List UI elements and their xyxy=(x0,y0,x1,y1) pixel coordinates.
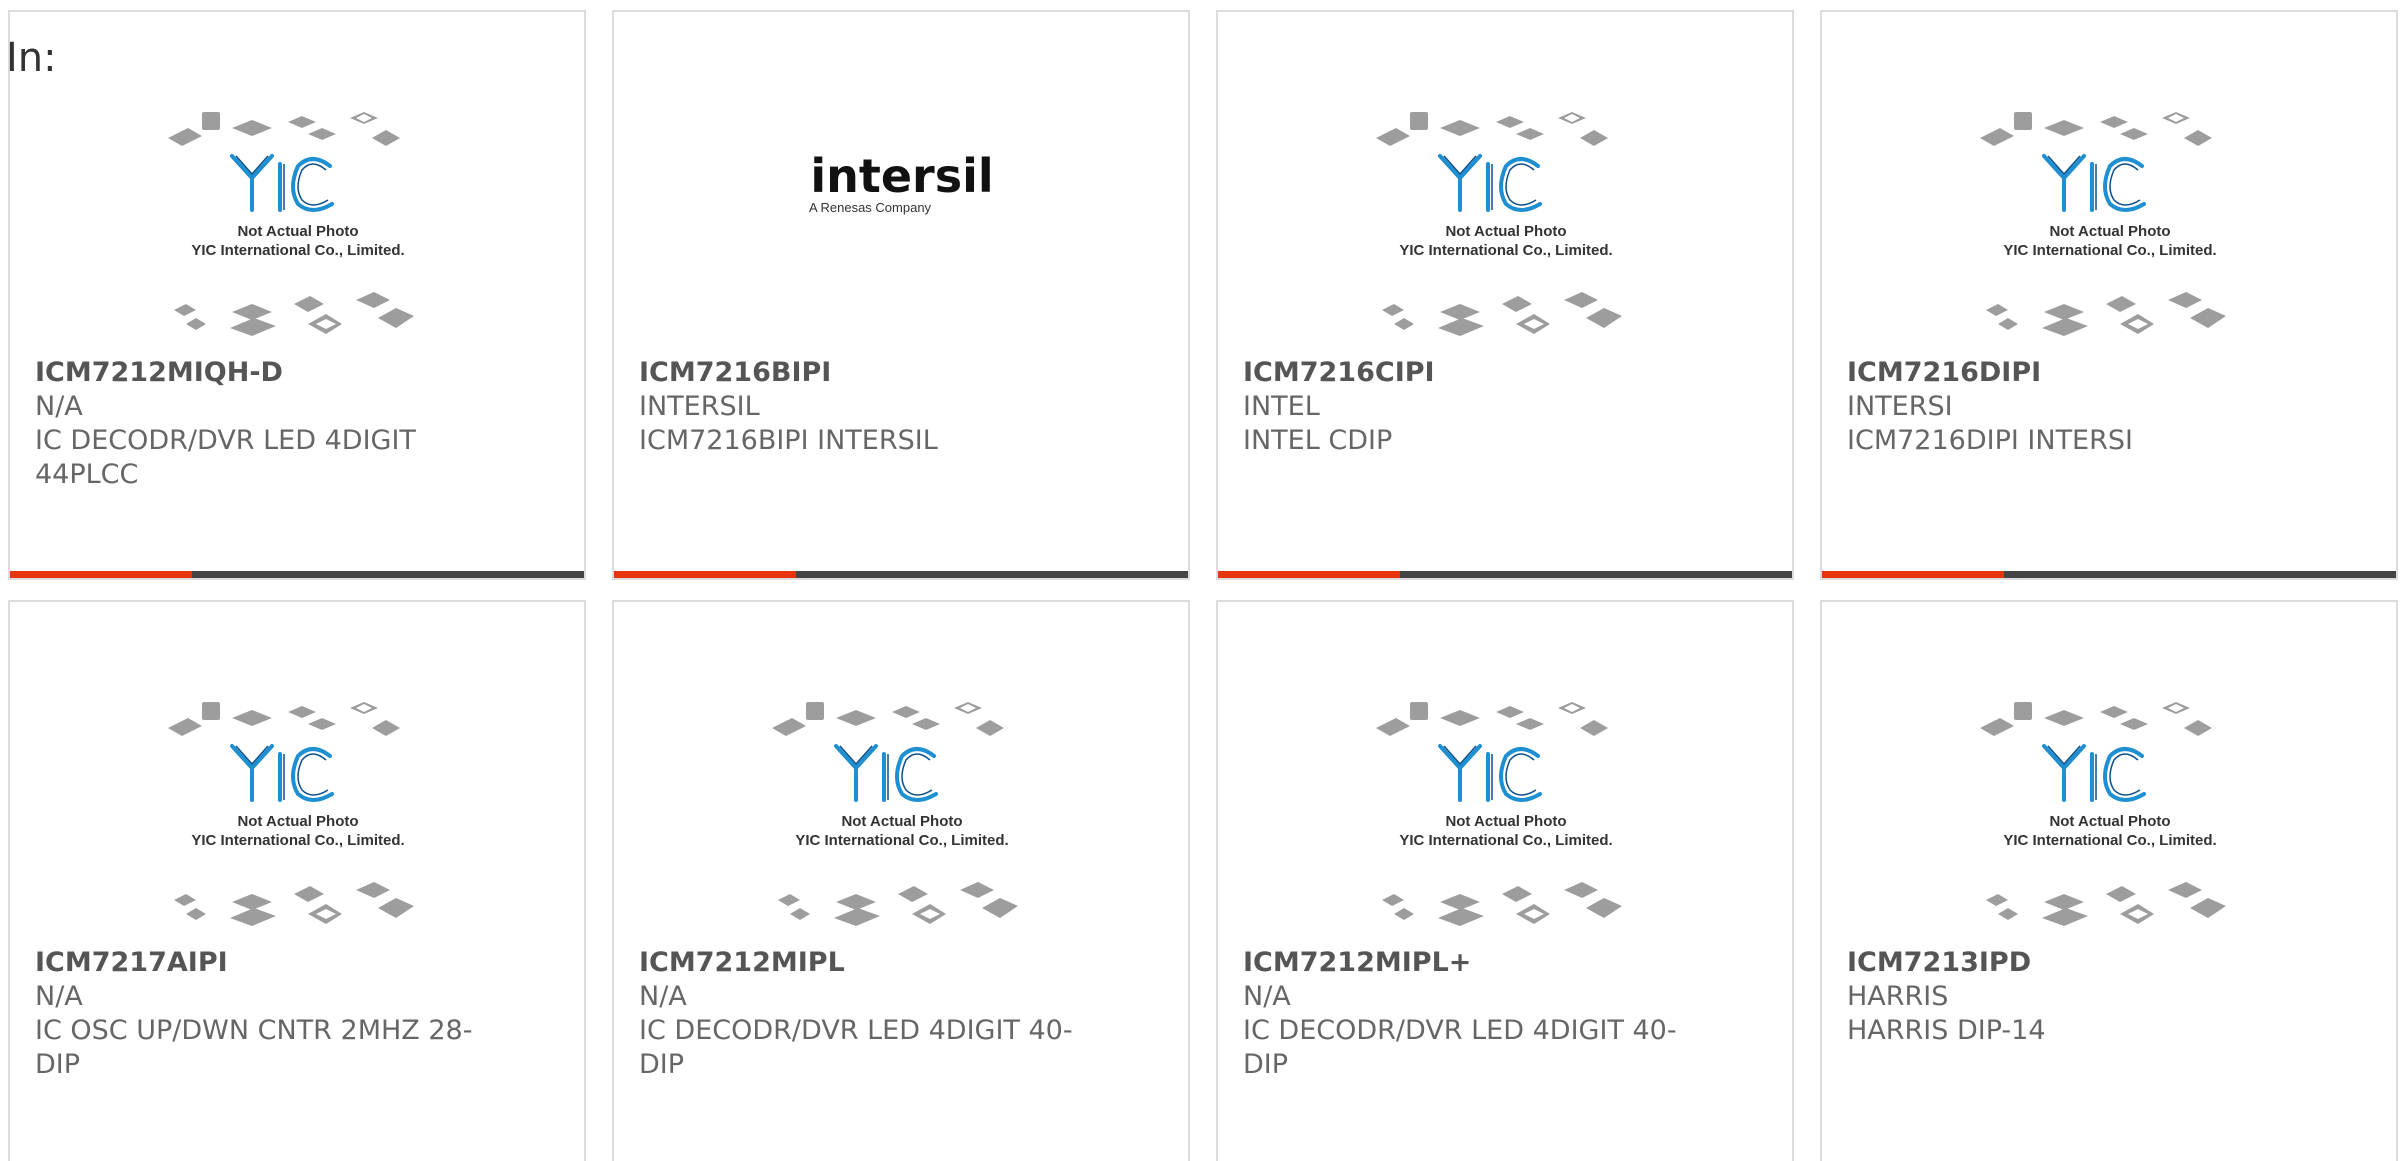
product-description: ICM7216BIPI INTERSIL xyxy=(639,425,938,456)
placeholder-chip-image: Not Actual Photo YIC International Co., … xyxy=(1376,702,1622,926)
product-card[interactable]: Not Actual Photo YIC International Co., … xyxy=(1216,600,1794,1161)
product-description-cont: DIP xyxy=(1243,1049,1289,1080)
intersil-logo-image: intersil A Renesas Company xyxy=(809,149,994,215)
placeholder-caption-line2: YIC International Co., Limited. xyxy=(191,242,404,259)
card-bottom-bar xyxy=(614,571,1188,578)
product-part-number[interactable]: ICM7216CIPI xyxy=(1243,356,1683,390)
product-description: IC DECODR/DVR LED 4DIGIT 40- xyxy=(639,1015,1073,1046)
product-manufacturer: HARRIS xyxy=(1847,981,1949,1012)
in-label: In: xyxy=(6,35,57,81)
product-info: ICM7212MIPL+ N/A IC DECODR/DVR LED 4DIGIT … xyxy=(1243,946,1683,1082)
product-image[interactable]: Not Actual Photo YIC International Co., … xyxy=(764,690,1040,940)
intersil-logo-tagline: A Renesas Company xyxy=(809,200,932,215)
placeholder-chip-image: Not Actual Photo YIC International Co., … xyxy=(168,702,414,926)
product-manufacturer: INTERSIL xyxy=(639,391,760,422)
placeholder-caption-line2: YIC International Co., Limited. xyxy=(191,832,404,849)
product-part-number[interactable]: ICM7217AIPI xyxy=(35,946,475,980)
product-info: ICM7216BIPI INTERSIL ICM7216BIPI INTERSIL xyxy=(639,356,1079,458)
product-card[interactable]: Not Actual Photo YIC International Co., … xyxy=(1820,10,2398,580)
product-description-cont: DIP xyxy=(35,1049,81,1080)
card-bottom-bar xyxy=(10,571,584,578)
product-manufacturer: N/A xyxy=(35,391,83,422)
product-manufacturer: N/A xyxy=(35,981,83,1012)
product-description-cont: 44PLCC xyxy=(35,459,139,490)
placeholder-chip-image: Not Actual Photo YIC International Co., … xyxy=(772,702,1018,926)
product-part-number[interactable]: ICM7212MIQH-D xyxy=(35,356,475,390)
placeholder-caption-line2: YIC International Co., Limited. xyxy=(1399,832,1612,849)
product-grid: Not Actual Photo YIC International Co., … xyxy=(8,10,2398,1161)
product-image[interactable]: Not Actual Photo YIC International Co., … xyxy=(1368,100,1644,350)
placeholder-caption-line1: Not Actual Photo xyxy=(1445,223,1566,240)
product-part-number[interactable]: ICM7216BIPI xyxy=(639,356,1079,390)
product-image[interactable]: Not Actual Photo YIC International Co., … xyxy=(1972,690,2248,940)
card-accent-bar xyxy=(614,571,796,578)
card-bottom-bar xyxy=(1218,571,1792,578)
product-part-number[interactable]: ICM7212MIPL+ xyxy=(1243,946,1683,980)
placeholder-caption-line1: Not Actual Photo xyxy=(2049,813,2170,830)
product-description-cont: DIP xyxy=(639,1049,685,1080)
card-accent-bar xyxy=(10,571,192,578)
product-card[interactable]: intersil A Renesas Company ICM7216BIPI IN… xyxy=(612,10,1190,580)
product-manufacturer: INTEL xyxy=(1243,391,1320,422)
placeholder-chip-image: Not Actual Photo YIC International Co., … xyxy=(1376,112,1622,336)
product-card[interactable]: Not Actual Photo YIC International Co., … xyxy=(612,600,1190,1161)
product-card[interactable]: Not Actual Photo YIC International Co., … xyxy=(1216,10,1794,580)
placeholder-caption-line2: YIC International Co., Limited. xyxy=(795,832,1008,849)
product-description: IC DECODR/DVR LED 4DIGIT 40- xyxy=(1243,1015,1677,1046)
product-description: HARRIS DIP-14 xyxy=(1847,1015,2046,1046)
product-info: ICM7212MIQH-D N/A IC DECODR/DVR LED 4DIGIT… xyxy=(35,356,475,492)
product-description: IC OSC UP/DWN CNTR 2MHZ 28- xyxy=(35,1015,473,1046)
product-info: ICM7216DIPI INTERSI ICM7216DIPI INTERSI xyxy=(1847,356,2287,458)
product-part-number[interactable]: ICM7216DIPI xyxy=(1847,356,2287,390)
intersil-logo-name: intersil xyxy=(810,149,993,203)
placeholder-chip-image: Not Actual Photo YIC International Co., … xyxy=(1980,702,2226,926)
placeholder-caption-line2: YIC International Co., Limited. xyxy=(2003,832,2216,849)
product-image[interactable]: intersil A Renesas Company xyxy=(764,100,1040,350)
product-card[interactable]: Not Actual Photo YIC International Co., … xyxy=(8,10,586,580)
card-bottom-bar xyxy=(1822,571,2396,578)
placeholder-caption-line1: Not Actual Photo xyxy=(841,813,962,830)
placeholder-caption-line2: YIC International Co., Limited. xyxy=(2003,242,2216,259)
placeholder-caption-line1: Not Actual Photo xyxy=(1445,813,1566,830)
product-info: ICM7217AIPI N/A IC OSC UP/DWN CNTR 2MHZ 28… xyxy=(35,946,475,1082)
product-part-number[interactable]: ICM7212MIPL xyxy=(639,946,1079,980)
product-image[interactable]: Not Actual Photo YIC International Co., … xyxy=(160,100,436,350)
product-part-number[interactable]: ICM7213IPD xyxy=(1847,946,2287,980)
product-image[interactable]: Not Actual Photo YIC International Co., … xyxy=(1972,100,2248,350)
product-description: IC DECODR/DVR LED 4DIGIT xyxy=(35,425,416,456)
product-info: ICM7212MIPL N/A IC DECODR/DVR LED 4DIGIT 4… xyxy=(639,946,1079,1082)
card-accent-bar xyxy=(1822,571,2004,578)
product-grid-page: In: Not Actual Photo YIC International C… xyxy=(0,0,2400,1161)
product-info: ICM7216CIPI INTEL INTEL CDIP xyxy=(1243,356,1683,458)
placeholder-caption-line2: YIC International Co., Limited. xyxy=(1399,242,1612,259)
product-card[interactable]: Not Actual Photo YIC International Co., … xyxy=(8,600,586,1161)
placeholder-caption-line1: Not Actual Photo xyxy=(237,223,358,240)
product-image[interactable]: Not Actual Photo YIC International Co., … xyxy=(1368,690,1644,940)
placeholder-chip-image: Not Actual Photo YIC International Co., … xyxy=(168,112,414,336)
product-image[interactable]: Not Actual Photo YIC International Co., … xyxy=(160,690,436,940)
product-description: INTEL CDIP xyxy=(1243,425,1393,456)
product-info: ICM7213IPD HARRIS HARRIS DIP-14 xyxy=(1847,946,2287,1048)
product-manufacturer: N/A xyxy=(1243,981,1291,1012)
card-accent-bar xyxy=(1218,571,1400,578)
product-card[interactable]: Not Actual Photo YIC International Co., … xyxy=(1820,600,2398,1161)
product-manufacturer: INTERSI xyxy=(1847,391,1953,422)
placeholder-chip-image: Not Actual Photo YIC International Co., … xyxy=(1980,112,2226,336)
product-description: ICM7216DIPI INTERSI xyxy=(1847,425,2133,456)
placeholder-caption-line1: Not Actual Photo xyxy=(2049,223,2170,240)
product-manufacturer: N/A xyxy=(639,981,687,1012)
placeholder-caption-line1: Not Actual Photo xyxy=(237,813,358,830)
